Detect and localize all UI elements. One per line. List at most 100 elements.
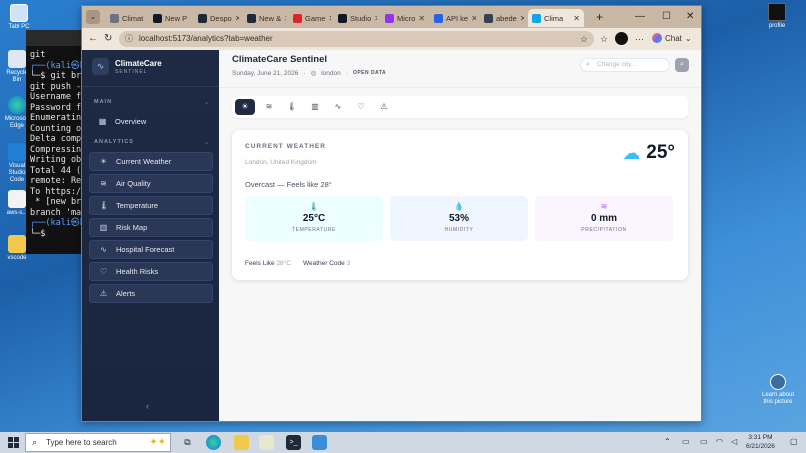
close-tab-icon[interactable]: ✕ [235,14,239,23]
sun-icon: ☀ [99,157,108,166]
notes-app-icon[interactable] [259,435,274,450]
chevron-down-icon[interactable]: ⌄ [204,99,209,106]
tab-label: Climat [122,13,144,23]
tab-air-quality[interactable]: ≋ [259,99,279,115]
tab-health-risks[interactable]: ♡ [351,99,371,115]
tab-risk-map[interactable]: ▥ [305,99,325,115]
tab-hospital-forecast[interactable]: ∿ [328,99,348,115]
address-bar[interactable]: ⓘ localhost:5173/analytics?tab=weather ☆ [119,31,594,47]
map-icon: ▥ [99,223,108,232]
browser-tab[interactable]: Despo ✕ [194,9,239,27]
tab-label: Clima [544,13,564,23]
new-tab-button[interactable]: + [596,10,603,24]
more-options-icon[interactable]: ··· [635,34,644,44]
file-explorer-icon[interactable] [234,435,249,450]
sidebar-item-hospital-forecast[interactable]: ∿ Hospital Forecast [89,240,213,259]
browser-tab[interactable]: Studio✕ [334,9,377,27]
desktop-icon-pc[interactable]: Tabl PC [4,4,34,31]
close-tab-icon[interactable]: ✕ [520,14,524,23]
tab-label: API ke [446,13,469,23]
tab-label: New P [165,13,188,23]
close-tab-icon[interactable]: ✕ [418,14,425,23]
vscode-icon [8,143,26,161]
task-view-icon[interactable]: ⧉ [180,435,195,450]
main-content: ClimateCare Sentinel Sunday, June 21, 20… [219,50,701,421]
browser-tab[interactable]: Climat✕ [106,9,146,27]
stat-label: TEMPERATURE [291,227,336,233]
app-taskbar-icon[interactable] [312,435,327,450]
profile-avatar-icon[interactable] [615,32,628,45]
close-tab-icon[interactable]: ✕ [374,14,377,23]
close-tab-icon[interactable]: ✕ [471,14,476,23]
tab-label: Game [305,13,326,23]
favorite-star-icon[interactable]: ☆ [580,31,588,47]
terminal-line: └─$ git br [30,71,82,81]
chevron-down-icon[interactable]: ⌄ [204,139,209,146]
activity-icon: ∿ [100,245,107,254]
desktop-icon-profile[interactable]: profile [766,3,788,29]
search-button[interactable]: ⌕ [675,58,689,72]
monitor-tray-icon[interactable]: ▭ [700,437,708,446]
browser-tab[interactable]: New &✕ [243,9,286,27]
sparkle-icon: ✦✦ [149,437,166,448]
terminal-line: git [30,50,46,60]
tab-temperature[interactable]: 🌡 [282,99,302,115]
sidebar-item-alerts[interactable]: ⚠ Alerts [89,284,213,303]
refresh-icon[interactable]: ↻ [104,33,112,44]
system-clock[interactable]: 3:31 PM 6/21/2026 [746,433,775,451]
folder-tray-icon[interactable]: ▭ [682,437,690,446]
tab-favicon-icon [484,13,493,23]
wifi-icon[interactable]: ◠ [716,437,723,446]
close-tab-icon[interactable]: ✕ [284,14,286,23]
sidebar-item-temperature[interactable]: 🌡 Temperature [89,196,213,215]
sidebar-item-air-quality[interactable]: ≋ Air Quality [89,174,213,193]
maximize-icon[interactable]: ☐ [662,11,671,22]
collapse-sidebar-icon[interactable]: ‹ [146,401,149,411]
browser-tab[interactable]: abede ✕ [480,9,524,27]
terminal-taskbar-icon[interactable]: >_ [286,435,301,450]
minimize-icon[interactable]: — [635,11,645,22]
taskbar-search-input[interactable]: ⌕ Type here to search ✦✦ [25,433,171,452]
section-label-analytics: ANALYTICS [94,139,134,145]
close-tab-icon[interactable]: ✕ [328,14,331,23]
back-icon[interactable]: ← [88,33,98,44]
sidebar-item-health-risks[interactable]: ♡ Health Risks [89,262,213,281]
sidebar-item-label: Alerts [116,289,136,298]
terminal-line: Username f [30,92,82,102]
location-pin-icon: ◎ [310,70,317,77]
stat-label: HUMIDITY [444,227,474,233]
site-info-icon[interactable]: ⓘ [125,31,133,47]
url-text: localhost:5173/analytics?tab=weather [139,34,273,43]
browser-tab[interactable]: Micro ✕ [381,9,426,27]
sidebar-item-risk-map[interactable]: ▥ Risk Map [89,218,213,237]
notifications-icon[interactable]: ▢ [790,437,798,446]
sidebar-item-current-weather[interactable]: ☀ Current Weather [89,152,213,171]
brand[interactable]: ∿ ClimateCare SENTINEL [92,58,162,75]
browser-tab[interactable]: API ke ✕ [430,9,476,27]
tab-alerts[interactable]: ⚠ [374,99,394,115]
start-button[interactable] [8,437,19,448]
browser-tab[interactable]: Game✕ [289,9,331,27]
desktop-icon-learn-picture[interactable]: Learn about this picture [760,374,796,406]
close-window-icon[interactable]: ✕ [686,11,694,22]
tab-actions-menu-icon[interactable]: ⌄ [86,10,100,24]
close-tab-icon[interactable]: ✕ [190,14,191,23]
volume-icon[interactable]: ◁ [731,437,737,446]
sidebar: ∿ ClimateCare SENTINEL MAIN ⌄ ▦ Overview… [82,50,219,421]
browser-tab[interactable]: Clima ✕ [528,9,584,27]
wind-icon: ≋ [100,179,107,188]
tab-current-weather[interactable]: ☀ [235,99,255,115]
copilot-chat-button[interactable]: Chat ⌄ [652,33,692,43]
sidebar-item-overview[interactable]: ▦ Overview [89,112,213,131]
edge-taskbar-icon[interactable] [206,435,221,450]
close-tab-icon[interactable]: ✕ [573,14,580,23]
favorites-icon[interactable]: ☆ [600,34,608,45]
city-search-input[interactable]: ⌕ Change city... [580,58,670,72]
terminal-line: ┌──(kali㉿k [30,218,85,228]
terminal-window[interactable]: git ┌──(kali㉿k └─$ git br git push - Usernam… [26,30,88,254]
sidebar-item-label: Temperature [116,201,159,210]
browser-tab[interactable]: New P✕ [149,9,191,27]
chevron-up-icon[interactable]: ⌃ [664,437,671,446]
terminal-line: Delta comp [30,134,82,144]
sidebar-item-label: Hospital Forecast [116,245,175,254]
